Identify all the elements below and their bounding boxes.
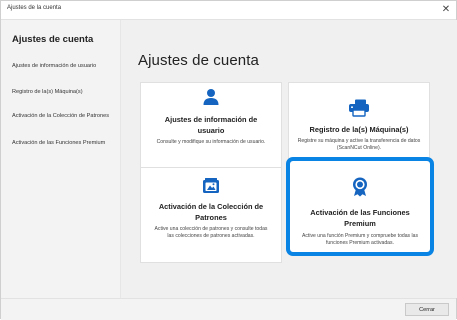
- user-info-card[interactable]: Ajustes de información de usuario Consul…: [140, 82, 282, 175]
- pattern-collection-card-desc: Active una colección de patrones y consu…: [154, 226, 268, 239]
- machine-registration-card-desc: Registre su máquina y active la transfer…: [297, 138, 421, 151]
- sidebar-item-user-info[interactable]: Ajustes de información de usuario: [12, 63, 110, 70]
- sidebar-item-premium-features[interactable]: Activación de las Funciones Premium: [12, 140, 110, 147]
- machine-icon: [349, 99, 369, 117]
- main-content: Ajustes de cuenta Ajustes de información…: [120, 20, 457, 298]
- user-info-card-title: Ajustes de información de usuario: [164, 115, 258, 135]
- footer-bar: Cerrar: [1, 298, 456, 320]
- title-bar: Ajustes de la cuenta ✕: [1, 1, 456, 20]
- window-close-icon[interactable]: ✕: [439, 2, 453, 17]
- machine-registration-card-title: Registro de la(s) Máquina(s): [309, 125, 409, 134]
- sidebar: Ajustes de cuenta Ajustes de información…: [1, 20, 114, 298]
- pattern-collection-card[interactable]: Activación de la Colección de Patrones A…: [140, 167, 282, 263]
- premium-features-card[interactable]: Activación de las Funciones Premium Acti…: [286, 157, 434, 256]
- premium-features-card-desc: Active una función Premium y compruebe t…: [301, 233, 419, 246]
- page-title: Ajustes de cuenta: [138, 52, 259, 69]
- user-info-card-desc: Consulte y modifique su información de u…: [156, 139, 266, 145]
- window-title: Ajustes de la cuenta: [7, 5, 62, 11]
- premium-badge-icon: [353, 177, 367, 197]
- sidebar-item-pattern-collection[interactable]: Activación de la Colección de Patrones: [12, 113, 110, 120]
- account-settings-window: Ajustes de la cuenta ✕ Ajustes de cuenta…: [0, 0, 457, 320]
- user-icon: [203, 89, 219, 105]
- close-button[interactable]: Cerrar: [405, 303, 449, 316]
- premium-features-card-title: Activación de las Funciones Premium: [310, 208, 410, 228]
- sidebar-title: Ajustes de cuenta: [12, 34, 94, 45]
- pattern-collection-card-title: Activación de la Colección de Patrones: [158, 202, 264, 222]
- pattern-collection-icon: [203, 178, 219, 193]
- sidebar-item-machine-registration[interactable]: Registro de la(s) Máquina(s): [12, 89, 110, 96]
